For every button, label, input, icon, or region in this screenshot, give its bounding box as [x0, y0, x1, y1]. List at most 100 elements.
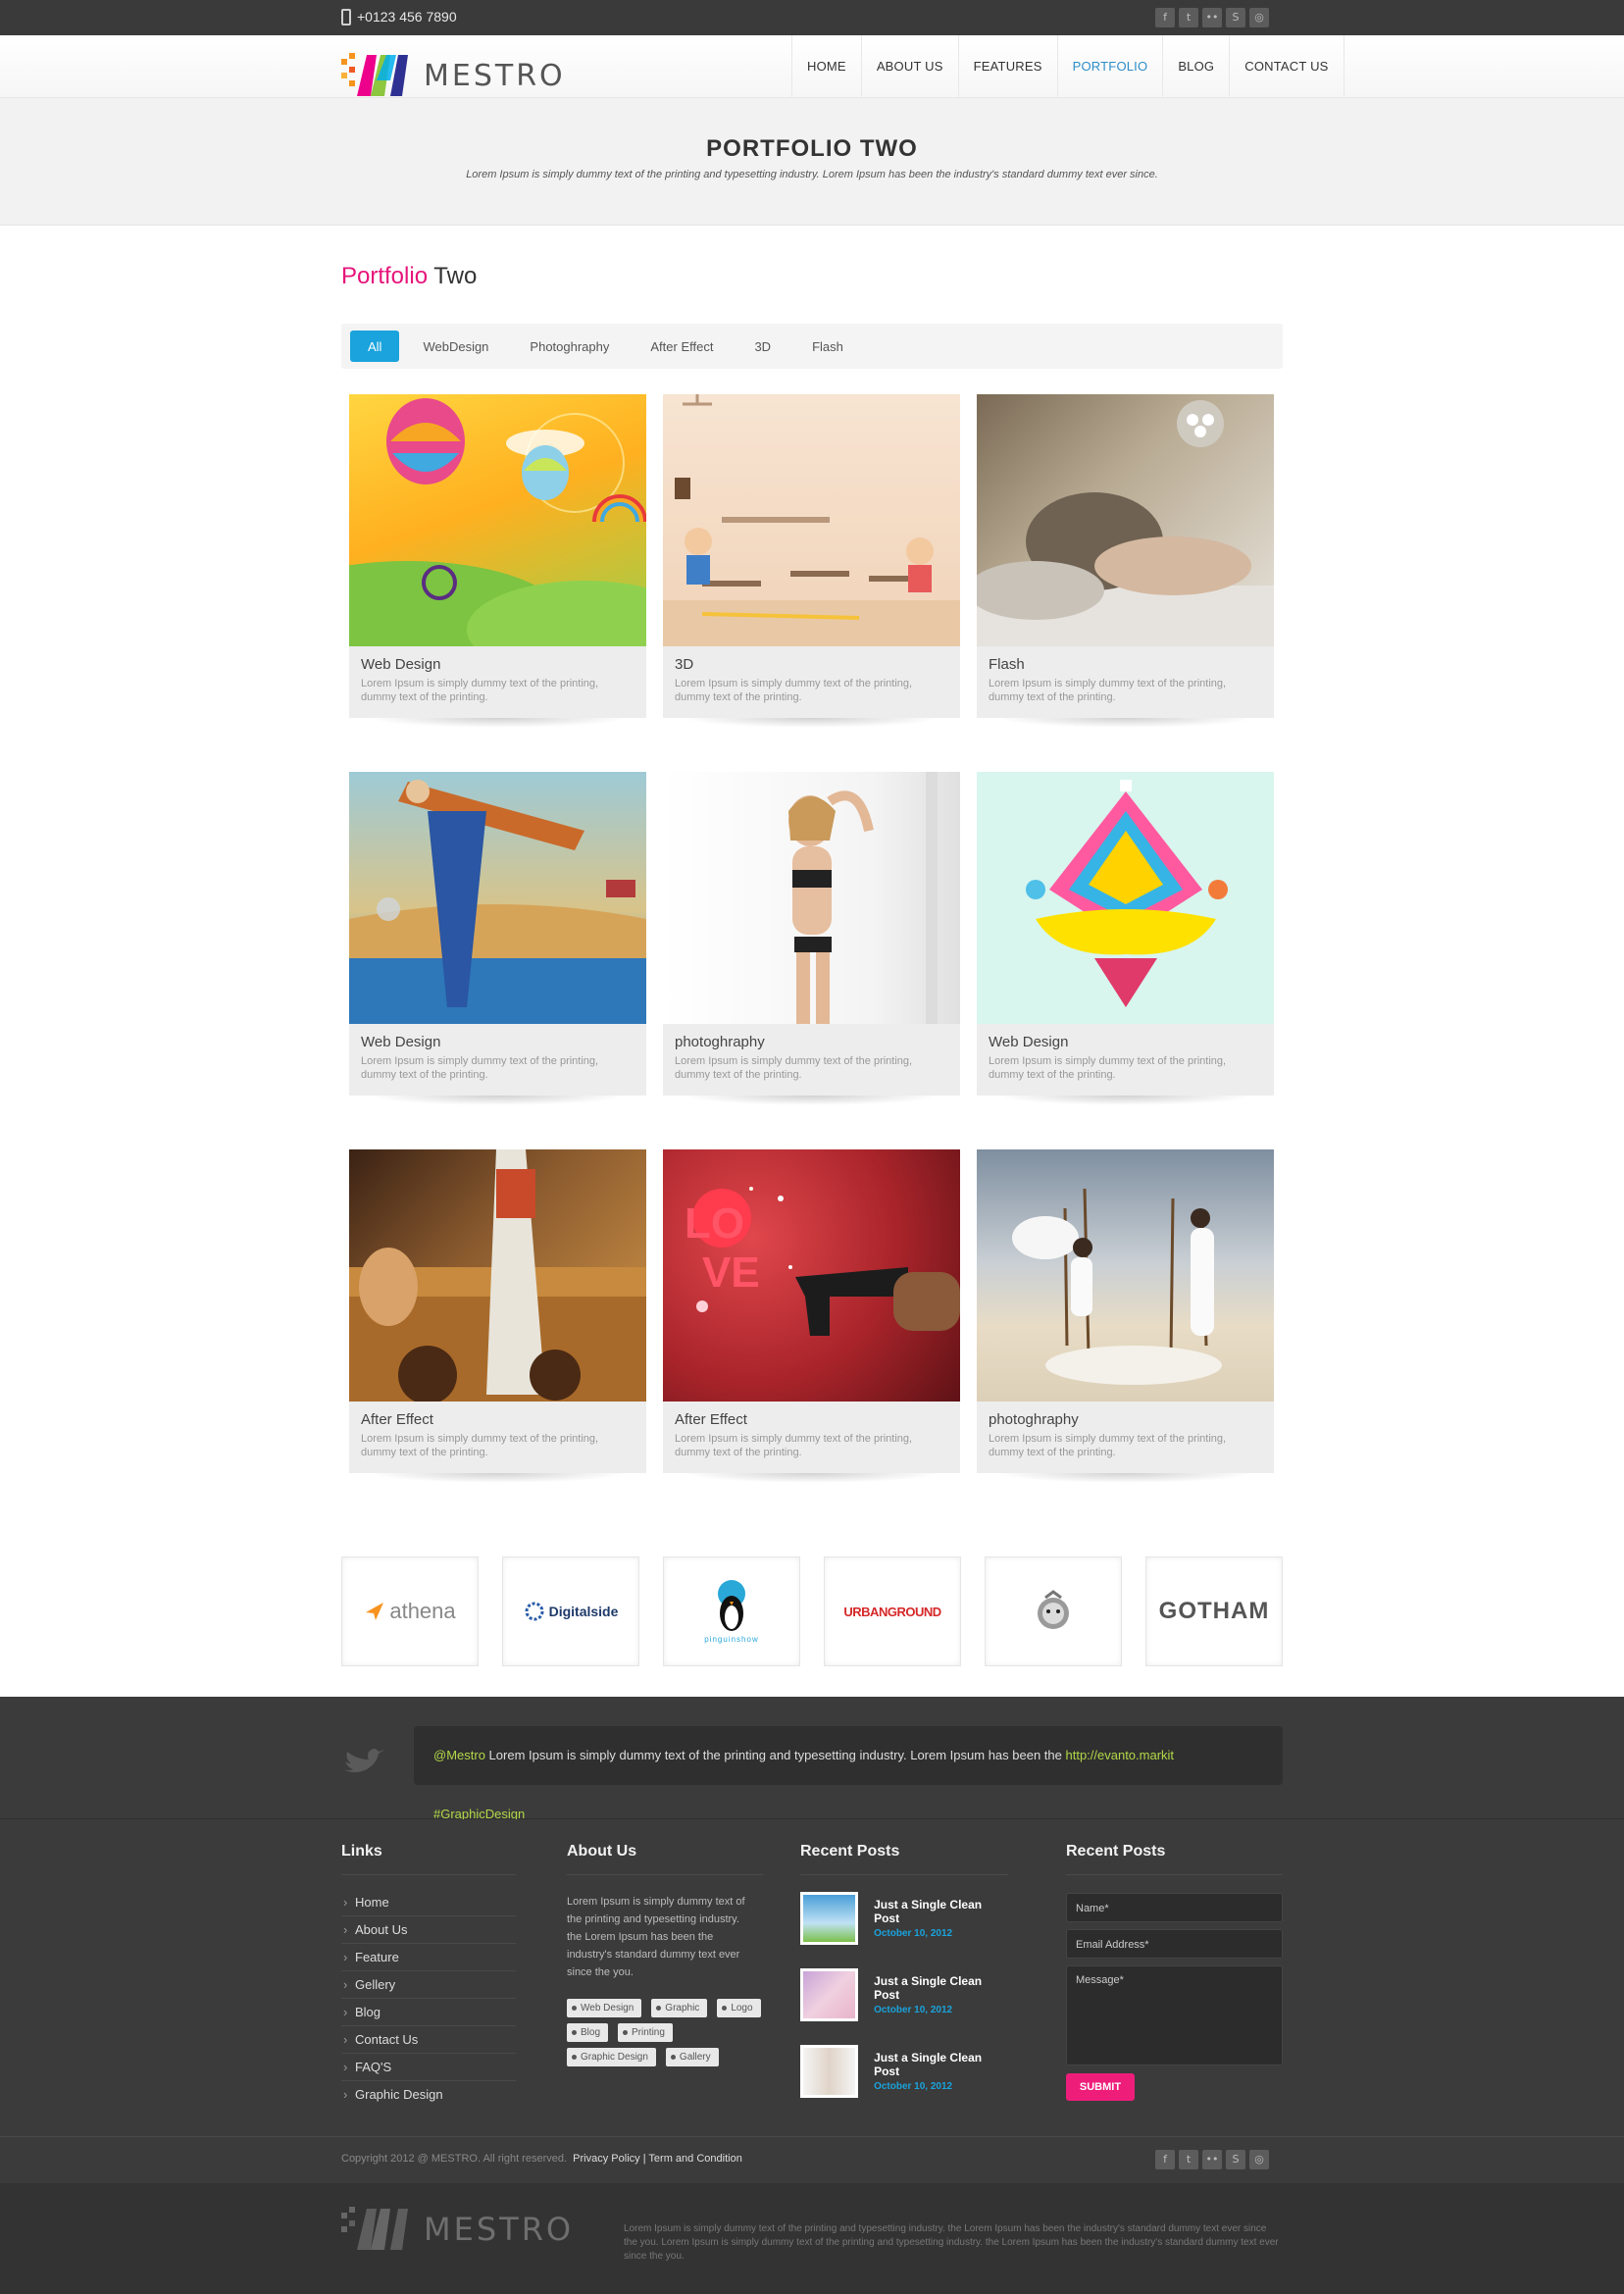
portfolio-thumbnail[interactable]	[663, 394, 960, 646]
client-logo-character[interactable]	[985, 1556, 1122, 1666]
portfolio-item-title: Web Design	[361, 656, 441, 673]
client-logo-gotham[interactable]: GOTHAM	[1145, 1556, 1283, 1666]
facebook-icon[interactable]: f	[1155, 2150, 1175, 2169]
privacy-policy-link[interactable]: Privacy Policy	[573, 2153, 639, 2165]
tag[interactable]: Gallery	[665, 2048, 719, 2066]
nav-blog[interactable]: BLOG	[1162, 35, 1229, 98]
flickr-icon[interactable]: ••	[1202, 8, 1222, 27]
filter-flash[interactable]: Flash	[794, 331, 861, 362]
portfolio-item[interactable]: Web Design Lorem Ipsum is simply dummy t…	[977, 772, 1274, 1105]
client-logo-athena[interactable]: athena	[341, 1556, 479, 1666]
post-title[interactable]: Just a Single Clean Post	[874, 1898, 1008, 1925]
submit-button[interactable]: SUBMIT	[1066, 2073, 1135, 2101]
filter-webdesign[interactable]: WebDesign	[405, 331, 506, 362]
footer-link-faqs[interactable]: FAQ'S	[341, 2054, 516, 2081]
tag[interactable]: Web Design	[567, 1999, 642, 2017]
footer-link-about-us[interactable]: About Us	[341, 1916, 516, 1944]
footer-link-gellery[interactable]: Gellery	[341, 1971, 516, 1999]
nav-home[interactable]: HOME	[791, 35, 861, 98]
post-title[interactable]: Just a Single Clean Post	[874, 1974, 1008, 2002]
client-logo-digitalside[interactable]: Digitalside	[502, 1556, 639, 1666]
portfolio-item[interactable]: Web Design Lorem Ipsum is simply dummy t…	[349, 772, 646, 1105]
portfolio-item[interactable]: Web Design Lorem Ipsum is simply dummy t…	[349, 394, 646, 728]
model-photo-image	[788, 772, 938, 1024]
tag[interactable]: Blog	[567, 2023, 609, 2042]
client-logo-pinguinshow[interactable]: pinguinshow	[663, 1556, 800, 1666]
footer-link-contact-us[interactable]: Contact Us	[341, 2026, 516, 2054]
recent-post[interactable]: Just a Single Clean Post October 10, 201…	[800, 2045, 1008, 2098]
tag[interactable]: Graphic Design	[567, 2048, 656, 2066]
message-field[interactable]: Message*	[1066, 1965, 1283, 2065]
logo-mark-icon	[341, 2207, 408, 2250]
recent-post[interactable]: Just a Single Clean Post October 10, 201…	[800, 1892, 1008, 1945]
portfolio-item-desc: Lorem Ipsum is simply dummy text of the …	[989, 1433, 1227, 1458]
bar-scene-image	[349, 1149, 646, 1402]
portfolio-thumbnail[interactable]: LO VE	[663, 1149, 960, 1402]
terms-link[interactable]: Term and Condition	[648, 2153, 741, 2165]
flickr-icon[interactable]: ••	[1202, 2150, 1222, 2169]
tag-cloud: Web Design Graphic Logo Blog Printing Gr…	[567, 1999, 763, 2066]
portfolio-thumbnail[interactable]	[349, 1149, 646, 1402]
skype-icon[interactable]: S	[1226, 2150, 1245, 2169]
portfolio-item[interactable]: 3D Lorem Ipsum is simply dummy text of t…	[663, 394, 960, 728]
logo-mark-icon	[341, 53, 408, 96]
portfolio-thumbnail[interactable]	[663, 772, 960, 1024]
tag[interactable]: Printing	[618, 2023, 673, 2042]
footer-about-title: About Us	[567, 1843, 763, 1875]
post-thumbnail[interactable]	[800, 1968, 859, 2021]
footer-link-blog[interactable]: Blog	[341, 1999, 516, 2026]
portfolio-item[interactable]: photoghraphy Lorem Ipsum is simply dummy…	[977, 1149, 1274, 1483]
footer-logo[interactable]: MESTRO	[341, 2205, 574, 2254]
portfolio-item[interactable]: Flash Lorem Ipsum is simply dummy text o…	[977, 394, 1274, 728]
site-logo[interactable]: MESTRO	[341, 51, 566, 100]
portfolio-item-title: Web Design	[361, 1034, 441, 1050]
client-logo-urbanground[interactable]: URBANGROUND	[824, 1556, 961, 1666]
portfolio-item-title: Web Design	[989, 1034, 1069, 1050]
portfolio-item[interactable]: LO VE After Effect Lorem Ipsum is simply…	[663, 1149, 960, 1483]
portfolio-item[interactable]: After Effect Lorem Ipsum is simply dummy…	[349, 1149, 646, 1483]
post-thumbnail[interactable]	[800, 1892, 859, 1945]
footer-link-feature[interactable]: Feature	[341, 1944, 516, 1971]
dribbble-icon[interactable]: ◎	[1249, 8, 1269, 27]
filter-all[interactable]: All	[350, 331, 400, 362]
tag[interactable]: Graphic	[651, 1999, 708, 2017]
portfolio-thumbnail[interactable]	[349, 394, 646, 646]
recent-post[interactable]: Just a Single Clean Post October 10, 201…	[800, 1968, 1008, 2021]
post-date: October 10, 2012	[874, 2081, 953, 2092]
twitter-icon[interactable]: t	[1179, 2150, 1198, 2169]
twitter-icon[interactable]: t	[1179, 8, 1198, 27]
post-thumbnail[interactable]	[800, 2045, 859, 2098]
dribbble-icon[interactable]: ◎	[1249, 2150, 1269, 2169]
filter-photography[interactable]: Photoghraphy	[512, 331, 627, 362]
footer-links-column: Links Home About Us Feature Gellery Blog…	[341, 1843, 516, 2109]
portfolio-item[interactable]: photoghraphy Lorem Ipsum is simply dummy…	[663, 772, 960, 1105]
portfolio-thumbnail[interactable]	[977, 772, 1274, 1024]
nav-contact-us[interactable]: CONTACT US	[1229, 35, 1345, 98]
footer-contact-form: Recent Posts Name* Email Address* Messag…	[1066, 1843, 1283, 2101]
tag[interactable]: Logo	[717, 1999, 761, 2017]
portfolio-item-desc: Lorem Ipsum is simply dummy text of the …	[989, 1055, 1227, 1081]
portfolio-item-desc: Lorem Ipsum is simply dummy text of the …	[675, 1433, 913, 1458]
portfolio-thumbnail[interactable]	[977, 1149, 1274, 1402]
footer-link-graphic-design[interactable]: Graphic Design	[341, 2081, 516, 2109]
main-nav: HOME ABOUT US FEATURES PORTFOLIO BLOG CO…	[791, 35, 1345, 98]
nav-features[interactable]: FEATURES	[957, 35, 1057, 98]
filter-3d[interactable]: 3D	[736, 331, 788, 362]
page-title: PORTFOLIO TWO	[706, 135, 918, 162]
latest-tweet: @Mestro Lorem Ipsum is simply dummy text…	[414, 1726, 1283, 1821]
filter-after-effect[interactable]: After Effect	[633, 331, 731, 362]
portfolio-thumbnail[interactable]	[977, 394, 1274, 646]
post-title[interactable]: Just a Single Clean Post	[874, 2051, 1008, 2078]
tweet-handle-link[interactable]: @Mestro	[433, 1748, 485, 1762]
bottom-text: Lorem Ipsum is simply dummy text of the …	[624, 2223, 1279, 2262]
email-field[interactable]: Email Address*	[1066, 1929, 1283, 1959]
name-field[interactable]: Name*	[1066, 1893, 1283, 1922]
footer-link-home[interactable]: Home	[341, 1889, 516, 1916]
nav-portfolio[interactable]: PORTFOLIO	[1056, 35, 1163, 98]
facebook-icon[interactable]: f	[1155, 8, 1175, 27]
skype-icon[interactable]: S	[1226, 8, 1245, 27]
footer-posts-title: Recent Posts	[800, 1843, 1008, 1875]
nav-about-us[interactable]: ABOUT US	[860, 35, 958, 98]
portfolio-thumbnail[interactable]	[349, 772, 646, 1024]
portfolio-item-title: After Effect	[675, 1411, 747, 1428]
